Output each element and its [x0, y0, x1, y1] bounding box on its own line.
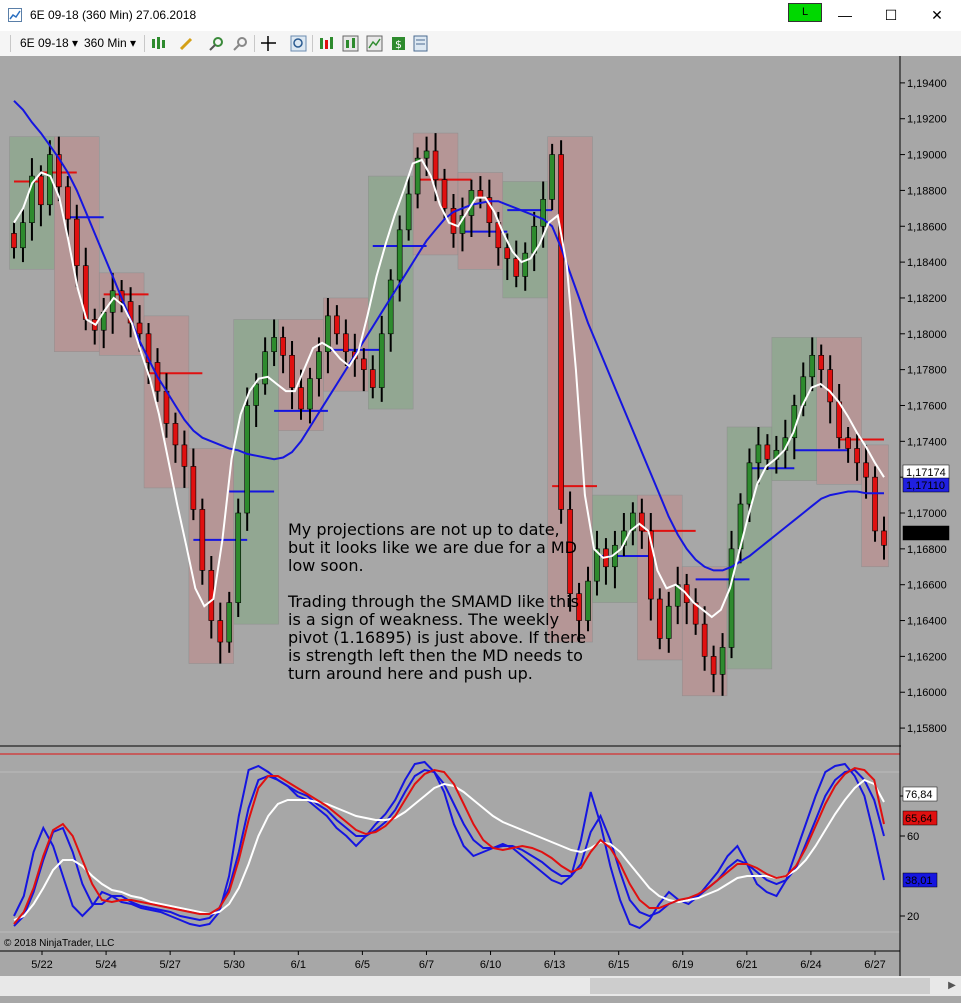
y-tick-label: 1,18200: [907, 293, 947, 305]
value-label: 65,64: [902, 810, 938, 826]
scroll-right-arrow-icon[interactable]: ▶: [944, 978, 960, 994]
y-tick-label: 1,17400: [907, 436, 947, 448]
x-tick-label: 6/15: [608, 959, 629, 971]
horizontal-scrollbar[interactable]: ▶: [0, 976, 961, 996]
y-tick-label: 1,17600: [907, 400, 947, 412]
instrument-label: 6E 09-18: [20, 36, 69, 50]
osc-tick-label: 60: [907, 831, 919, 843]
annotation-paragraph-1: My projections are not up to date, but i…: [288, 520, 577, 575]
y-tick-label: 1,16600: [907, 580, 947, 592]
y-tick-label: 1,19400: [907, 78, 947, 90]
x-tick-label: 5/24: [95, 959, 116, 971]
y-tick-label: 1,15800: [907, 723, 947, 735]
x-tick-label: 5/22: [31, 959, 52, 971]
scrollbar-thumb[interactable]: [590, 978, 930, 994]
x-tick-label: 6/5: [355, 959, 370, 971]
y-tick-label: 1,18800: [907, 185, 947, 197]
toolbar-separator: [144, 35, 145, 52]
axes-layer: 1,19400 1,19200 1,19000 1,18800 1,18600 1,184…: [0, 56, 961, 976]
x-tick-label: 5/30: [224, 959, 245, 971]
y-tick-label: 1,18400: [907, 257, 947, 269]
y-tick-label: 1,16400: [907, 616, 947, 628]
annotation-note: My projections are not up to date, but i…: [288, 521, 588, 701]
chart-style-icon[interactable]: [150, 35, 167, 52]
chart-panel[interactable]: 1,19400 1,19200 1,19000 1,18800 1,18600 1,184…: [0, 56, 961, 1003]
price-label-text: 1,17110: [906, 480, 945, 492]
interval-selector[interactable]: 360 Min ▾: [84, 36, 136, 50]
drawing-tool-icon[interactable]: [178, 35, 195, 52]
toolbar-grip: [10, 35, 11, 52]
close-button[interactable]: ✕: [914, 0, 960, 30]
chevron-down-icon: ▾: [72, 36, 79, 50]
price-label-text: 1,16825: [906, 528, 946, 540]
annotation-paragraph-2: Trading through the SMAMD like this is a…: [288, 592, 587, 683]
search-icon[interactable]: [290, 35, 307, 52]
y-tick-label: 1,19000: [907, 150, 947, 162]
x-tick-label: 6/21: [736, 959, 757, 971]
price-label: 1,17110: [902, 477, 950, 493]
value-label-text: 76,84: [905, 789, 933, 801]
y-tick-label: 1,18600: [907, 221, 947, 233]
chart-app-icon: [8, 8, 22, 22]
x-tick-label: 6/27: [864, 959, 885, 971]
svg-text:$: $: [395, 38, 402, 51]
y-tick-label: 1,17800: [907, 365, 947, 377]
price-label-text: 1,17174: [906, 467, 946, 479]
value-label-text: 38,01: [905, 875, 933, 887]
y-tick-label: 1,19200: [907, 114, 947, 126]
window-title: 6E 09-18 (360 Min) 27.06.2018: [30, 8, 197, 22]
value-label-text: 65,64: [905, 813, 933, 825]
x-tick-label: 5/27: [159, 959, 180, 971]
chevron-down-icon: ▾: [130, 36, 137, 50]
interval-label: 360 Min: [84, 36, 127, 50]
minimize-button[interactable]: —: [822, 0, 868, 30]
y-tick-label: 1,18000: [907, 329, 947, 341]
y-tick-label: 1,17000: [907, 508, 947, 520]
y-tick-label: 1,16800: [907, 544, 947, 556]
title-bar: 6E 09-18 (360 Min) 27.06.2018 L — ☐ ✕: [0, 0, 961, 32]
osc-tick-label: 20: [907, 911, 919, 923]
strategies-icon[interactable]: [366, 35, 383, 52]
instrument-selector[interactable]: 6E 09-18 ▾: [20, 36, 78, 50]
value-label: 38,01: [902, 872, 938, 888]
indicators-icon[interactable]: [342, 35, 359, 52]
x-tick-label: 6/13: [544, 959, 565, 971]
value-label: 76,84: [902, 786, 938, 802]
x-tick-label: 6/1: [291, 959, 306, 971]
properties-icon[interactable]: [412, 35, 429, 52]
data-series-icon[interactable]: [318, 35, 335, 52]
x-tick-label: 6/7: [419, 959, 434, 971]
toolbar-separator: [312, 35, 313, 52]
y-tick-label: 1,16000: [907, 687, 947, 699]
zoom-out-icon[interactable]: [232, 35, 249, 52]
chart-toolbar: 6E 09-18 ▾ 360 Min ▾ $: [0, 31, 961, 57]
price-label: 1,16825: [902, 525, 950, 541]
connection-status-badge[interactable]: L: [788, 3, 822, 22]
zoom-in-icon[interactable]: [208, 35, 225, 52]
maximize-button[interactable]: ☐: [868, 0, 914, 30]
money-icon[interactable]: $: [390, 35, 407, 52]
y-tick-label: 1,16200: [907, 651, 947, 663]
price-label: 1,17174: [902, 464, 950, 480]
copyright-notice: © 2018 NinjaTrader, LLC: [4, 938, 115, 949]
toolbar-separator: [254, 35, 255, 52]
x-tick-label: 6/10: [480, 959, 501, 971]
crosshair-icon[interactable]: [260, 35, 277, 52]
x-tick-label: 6/19: [672, 959, 693, 971]
x-tick-label: 6/24: [800, 959, 821, 971]
